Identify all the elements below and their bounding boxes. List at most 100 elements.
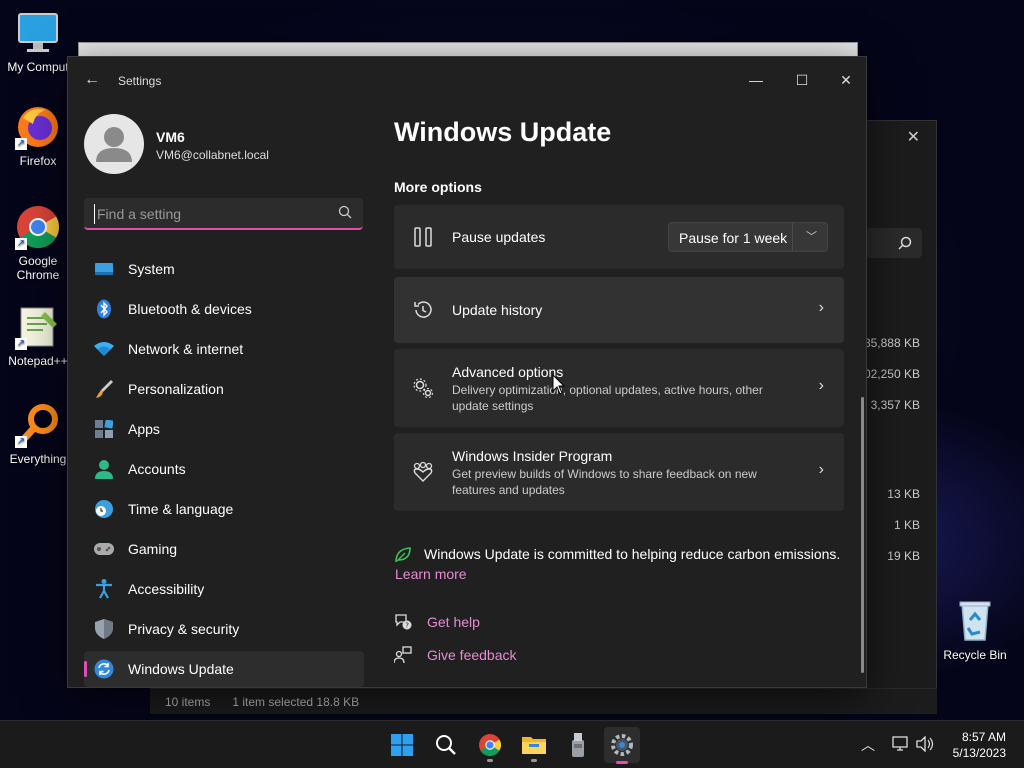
chevron-right-icon: › [818,299,824,316]
notepad-plus-plus-icon: ↗ [15,304,61,350]
chevron-up-icon[interactable]: ︿ [861,735,875,755]
recycle-bin-icon [952,598,998,644]
nav-label: Network & internet [128,341,244,357]
usb-drive-icon [572,733,584,757]
update-history-label: Update history [452,302,543,318]
background-file-explorer[interactable]: ✕ [855,120,937,714]
desktop-icon-label: Notepad++ [8,354,68,368]
chevron-down-icon[interactable]: ﹀ [806,228,817,244]
get-help-link[interactable]: ? Get help [394,613,480,631]
chevron-right-icon: › [818,377,824,394]
nav-label: Gaming [128,541,178,557]
nav-label: Windows Update [128,661,234,677]
insider-program-card[interactable]: Windows Insider Program Get preview buil… [394,433,844,511]
page-title: Windows Update [394,117,612,147]
dropdown-value: Pause for 1 week [679,230,788,246]
system-clock[interactable]: 8:57 AM 5/13/2023 [953,729,1006,761]
file-explorer-icon [522,737,546,754]
taskbar-settings[interactable] [604,727,640,764]
desktop-icon-everything[interactable]: ↗ Everything [0,402,76,466]
pause-duration-dropdown[interactable]: Pause for 1 week ﹀ [668,222,828,252]
nav-item-accessibility[interactable]: Accessibility [84,571,364,607]
main-content: Windows Update More options Pause update… [394,57,854,687]
insider-program-label: Windows Insider Program [452,448,613,464]
help-chat-icon: ? [395,614,412,630]
advanced-options-label: Advanced options [452,364,564,380]
desktop-icon-label: Everything [9,452,67,466]
nav-item-privacy-security[interactable]: Privacy & security [84,611,364,647]
nav-label: Apps [128,421,160,437]
start-button[interactable] [384,727,420,763]
taskbar: ︿ 8:57 AM 5/13/2023 [0,720,1024,768]
pause-updates-card: Pause updates Pause for 1 week ﹀ [394,205,844,269]
history-icon [414,301,432,318]
search-icon[interactable] [337,204,353,220]
taskbar-file-explorer[interactable] [516,727,552,763]
status-selection: 1 item selected 18.8 KB [232,694,360,709]
background-search-box[interactable] [866,228,922,258]
chrome-icon: ↗ [15,204,61,250]
shortcut-arrow-icon: ↗ [15,238,27,250]
gamepad-icon [94,539,114,559]
nav-item-personalization[interactable]: Personalization [84,371,364,407]
firefox-icon: ↗ [15,104,61,150]
nav-item-apps[interactable]: Apps [84,411,364,447]
insider-hearts-icon [413,461,433,482]
nav-item-network[interactable]: Network & internet [84,331,364,367]
desktop-icon-firefox[interactable]: ↗ Firefox [0,104,76,168]
desktop-icon-notepad-plus-plus[interactable]: ↗ Notepad++ [0,304,76,368]
bluetooth-icon [94,299,114,319]
status-item-count: 10 items [165,694,211,709]
file-size: 3,357 KB [870,398,920,412]
file-size: 19 KB [887,549,920,563]
settings-search[interactable] [84,198,363,230]
close-icon[interactable]: ✕ [907,127,920,147]
nav-item-system[interactable]: System [84,251,364,287]
nav-label: Accounts [128,461,186,477]
everything-search-icon: ↗ [15,402,61,448]
monitor-icon [15,10,61,56]
nav-item-time-language[interactable]: Time & language [84,491,364,527]
apps-icon [94,419,114,439]
desktop-icon-label: Recycle Bin [943,648,1007,662]
pause-updates-label: Pause updates [452,229,546,245]
clock-date: 5/13/2023 [952,746,1006,760]
brush-icon [94,379,114,399]
desktop-icon-label: Firefox [19,154,57,168]
settings-window[interactable]: ← Settings — ☐ ✕ VM6 VM6@collabnet.local… [67,56,867,688]
desktop-icon-my-computer[interactable]: My Comput [0,10,76,74]
svg-text:?: ? [405,622,409,630]
taskbar-usb-drive[interactable] [560,727,596,763]
window-title: Settings [118,74,162,88]
nav-item-gaming[interactable]: Gaming [84,531,364,567]
nav-label: Bluetooth & devices [128,301,252,317]
avatar[interactable] [84,114,144,174]
nav-item-bluetooth[interactable]: Bluetooth & devices [84,291,364,327]
advanced-options-card[interactable]: Advanced options Delivery optimization, … [394,349,844,427]
scrollbar[interactable] [861,397,864,673]
learn-more-link[interactable]: Learn more [395,566,467,582]
accessibility-icon [94,579,114,599]
user-silhouette-icon [96,127,132,162]
nav-label: System [128,261,175,277]
nav-label: Accessibility [128,581,205,597]
nav-item-windows-update[interactable]: Windows Update [84,651,364,687]
settings-nav: System Bluetooth & devices Network & int… [84,251,364,687]
back-arrow-icon[interactable]: ← [82,71,102,91]
windows-update-icon [94,659,114,679]
search-input[interactable] [94,204,324,224]
profile-name: VM6 [156,129,185,145]
start-icon [391,734,413,756]
taskbar-search-button[interactable] [428,727,464,763]
taskbar-chrome[interactable] [472,727,508,763]
give-feedback-link[interactable]: Give feedback [394,646,517,664]
accounts-icon [94,459,114,479]
carbon-commitment-text: Windows Update is committed to helping r… [424,546,841,562]
section-title: More options [394,179,482,195]
network-icon[interactable] [892,736,910,752]
desktop-icon-chrome[interactable]: ↗ Google Chrome [0,204,76,282]
update-history-card[interactable]: Update history › [394,277,844,343]
desktop-icon-recycle-bin[interactable]: Recycle Bin [937,598,1013,662]
nav-item-accounts[interactable]: Accounts [84,451,364,487]
volume-icon[interactable] [916,736,934,752]
